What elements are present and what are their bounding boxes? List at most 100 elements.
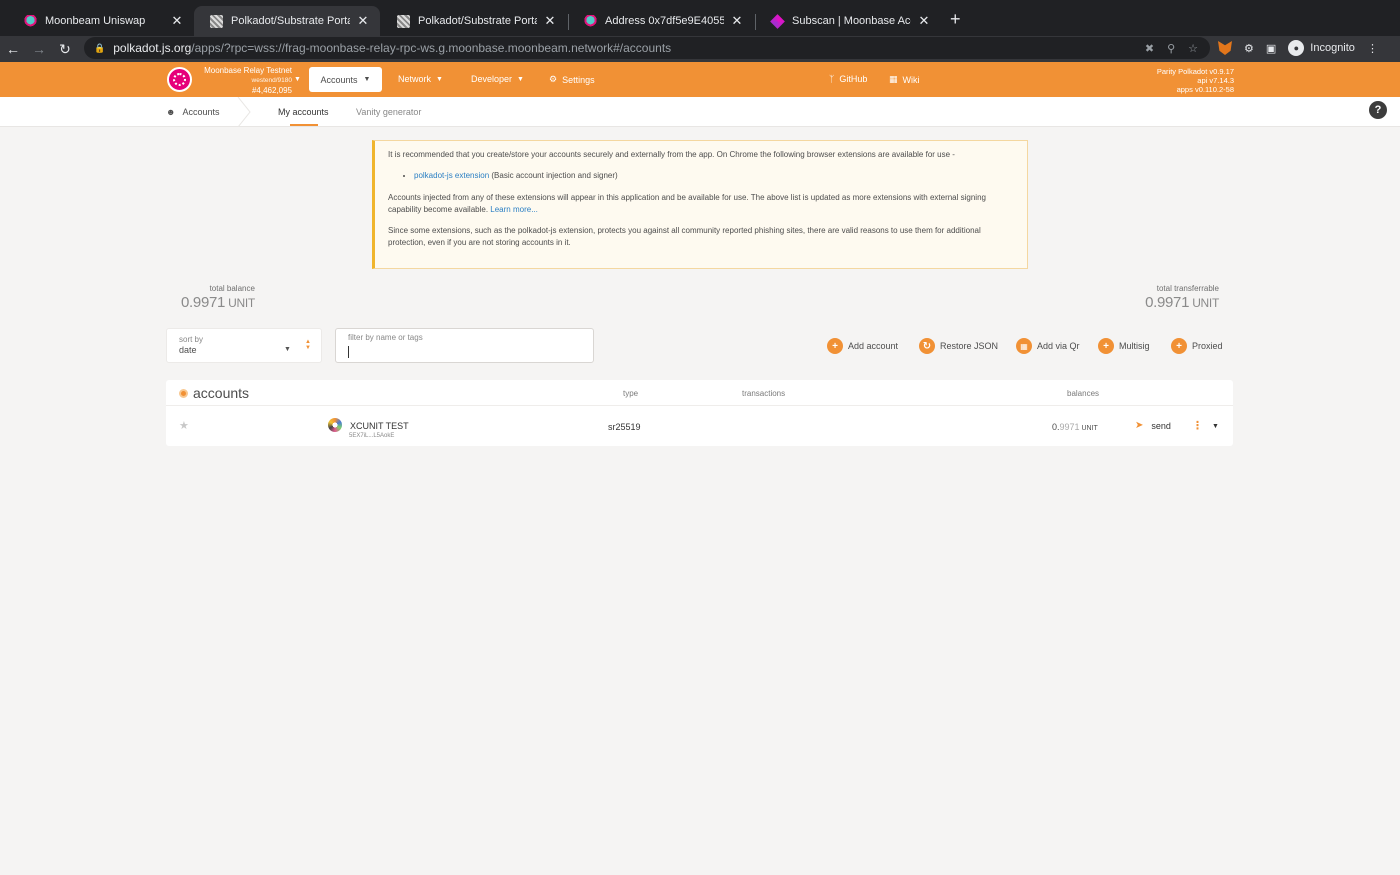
chain-runtime: westend/9180 [251, 77, 292, 84]
send-button[interactable]: ➤ send [1135, 420, 1171, 431]
chevron-down-icon[interactable]: ▼ [294, 76, 301, 83]
tab-title: Address 0x7df5e9E405516C7 [605, 15, 724, 27]
url-path: /apps/?rpc=wss://frag-moonbase-relay-rpc… [191, 41, 672, 55]
incognito-icon: ● [1288, 40, 1305, 56]
tab-title: Moonbeam Uniswap [45, 15, 146, 27]
account-type: sr25519 [608, 422, 641, 432]
chain-selector[interactable]: Moonbase Relay Testnet westend/9180 #4,4… [198, 66, 292, 96]
total-balance-value: 0.9971 UNIT [181, 294, 255, 311]
filter-input[interactable] [348, 346, 578, 358]
account-name[interactable]: XCUNIT TEST [350, 421, 409, 431]
close-icon[interactable]: ✕ [730, 13, 744, 29]
account-balance[interactable]: 0.9971 UNIT [1052, 422, 1098, 432]
reload-icon[interactable]: ↻ [52, 41, 78, 58]
proxied-label: Proxied [1192, 341, 1223, 351]
menu-wiki[interactable]: ▦ Wiki [889, 74, 920, 85]
account-address: 5EX7iL...L5AokE [349, 433, 395, 439]
url-host: polkadot.js.org [113, 41, 192, 55]
forward-arrow-icon[interactable]: → [26, 41, 52, 57]
close-icon[interactable]: ✕ [170, 13, 184, 29]
cogs-icon: ⚙ [549, 74, 558, 84]
caret-down-icon: ▼ [436, 75, 443, 83]
side-panel-icon[interactable]: ▣ [1266, 42, 1276, 55]
menu-settings[interactable]: ⚙ Settings [549, 74, 595, 85]
help-icon[interactable]: ? [1369, 101, 1387, 119]
add-via-qr-label: Add via Qr [1037, 341, 1080, 351]
close-icon[interactable]: ✕ [356, 13, 370, 29]
notice-text: Accounts injected from any of these exte… [388, 193, 986, 214]
close-icon[interactable]: ✕ [543, 13, 557, 29]
section-title: ☻ Accounts [166, 107, 220, 117]
favorite-star-icon[interactable]: ★ [179, 419, 189, 432]
total-balance-amount: 0.9971 [181, 294, 226, 311]
caret-down-icon: ▼ [284, 346, 291, 353]
expand-chevron-icon[interactable]: ▼ [1212, 423, 1219, 430]
book-icon: ▦ [889, 74, 898, 84]
polkadot-js-extension-link[interactable]: polkadot-js extension [414, 171, 489, 180]
incognito-profile-button[interactable]: ● Incognito [1288, 40, 1355, 56]
browser-tab[interactable]: Polkadot/Substrate Portal ✕ [381, 6, 567, 36]
menu-github[interactable]: ᛉ GitHub [829, 74, 867, 84]
browser-tab-strip: Moonbeam Uniswap ✕ Polkadot/Substrate Po… [0, 0, 1400, 36]
sort-direction-icon[interactable]: ▲ ▼ [305, 339, 311, 351]
browser-menu-icon[interactable]: ⋮ [1367, 42, 1378, 55]
column-balances: balances [1067, 389, 1100, 398]
browser-toolbar: ← → ↻ 🔒 polkadot.js.org/apps/?rpc=wss://… [0, 36, 1400, 62]
add-account-label: Add account [848, 341, 899, 351]
browser-tab[interactable]: Address 0x7df5e9E405516C7 ✕ [568, 6, 754, 36]
total-balance-unit: UNIT [225, 296, 255, 310]
proxied-button[interactable]: + Proxied [1171, 338, 1223, 354]
block-number: #4,462,095 [251, 86, 292, 95]
extensions-puzzle-icon[interactable]: ⚙ [1244, 42, 1254, 55]
new-tab-button[interactable]: + [950, 9, 961, 30]
api-version: api v7.14.3 [1197, 76, 1234, 85]
moonbeam-icon [584, 14, 597, 28]
add-via-qr-button[interactable]: ▦ Add via Qr [1016, 338, 1080, 354]
restore-json-label: Restore JSON [940, 341, 999, 351]
tab-vanity-generator[interactable]: Vanity generator [356, 107, 421, 117]
extension-notice: It is recommended that you create/store … [372, 140, 1028, 269]
menu-wiki-label: Wiki [902, 74, 920, 85]
sort-dropdown[interactable]: sort by date ▼ ▲ ▼ [166, 328, 322, 363]
menu-github-label: GitHub [839, 74, 868, 84]
menu-developer[interactable]: Developer ▼ [471, 74, 524, 84]
address-bar[interactable]: 🔒 polkadot.js.org/apps/?rpc=wss://frag-m… [84, 37, 1210, 59]
tab-title: Subscan | Moonbase Account [792, 15, 911, 27]
identicon[interactable] [328, 418, 342, 432]
sort-label: sort by [179, 335, 204, 344]
restore-json-button[interactable]: ↻ Restore JSON [919, 338, 998, 354]
close-icon[interactable]: ✕ [917, 13, 931, 29]
more-options-icon[interactable]: ⋮ [1192, 419, 1203, 432]
bookmark-star-icon[interactable]: ☆ [1188, 42, 1198, 55]
accounts-dot-icon [179, 388, 188, 398]
polkadot-js-icon [397, 14, 410, 28]
filter-field[interactable]: filter by name or tags [335, 328, 594, 363]
table-title: accounts [179, 385, 249, 401]
tab-my-accounts[interactable]: My accounts [278, 107, 329, 117]
add-account-button[interactable]: + Add account [827, 338, 898, 354]
menu-network-label: Network [398, 74, 432, 84]
accounts-table: accounts type transactions balances ★ XC… [166, 380, 1233, 446]
chain-name: Moonbase Relay Testnet [204, 66, 292, 75]
multisig-label: Multisig [1119, 341, 1150, 351]
metamask-extension-icon[interactable] [1218, 41, 1232, 55]
menu-network[interactable]: Network ▼ [398, 74, 443, 84]
total-balance: total balance 0.9971 UNIT [181, 284, 255, 311]
version-info: Parity Polkadot v0.9.17 api v7.14.3 apps… [1157, 67, 1234, 94]
learn-more-link[interactable]: Learn more... [490, 205, 538, 214]
browser-tab[interactable]: Subscan | Moonbase Account ✕ [755, 6, 941, 36]
subscan-icon [770, 13, 785, 29]
extension-list: polkadot-js extension (Basic account inj… [414, 170, 1015, 182]
app-header: Moonbase Relay Testnet westend/9180 #4,4… [0, 62, 1400, 97]
menu-accounts[interactable]: Accounts ▼ [309, 67, 382, 92]
polkadot-logo-icon[interactable] [167, 67, 192, 92]
browser-tab[interactable]: Moonbeam Uniswap ✕ [8, 6, 194, 36]
column-transactions: transactions [742, 389, 786, 398]
notice-paragraph: Accounts injected from any of these exte… [388, 192, 1015, 216]
back-arrow-icon[interactable]: ← [0, 41, 26, 57]
multisig-button[interactable]: + Multisig [1098, 338, 1150, 354]
zoom-icon[interactable]: ⚲ [1167, 42, 1175, 55]
column-type: type [623, 389, 639, 398]
browser-tab-active[interactable]: Polkadot/Substrate Portal ✕ [194, 6, 380, 36]
insecure-content-icon[interactable]: ✖ [1145, 42, 1154, 55]
